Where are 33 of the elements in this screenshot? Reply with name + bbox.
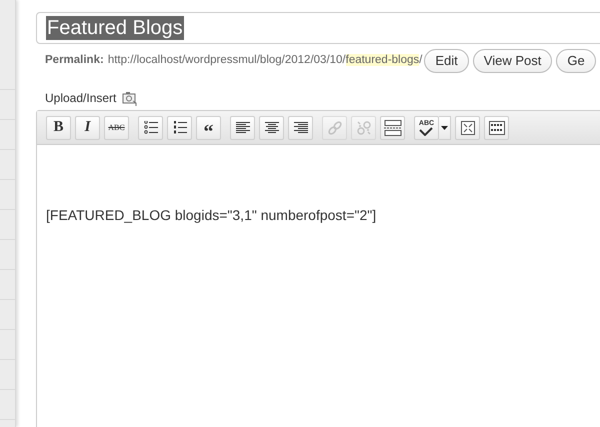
spellcheck-dropdown[interactable] — [439, 116, 451, 140]
align-right-icon — [294, 122, 308, 134]
permalink-button[interactable]: View Post — [472, 49, 552, 73]
bold-button[interactable]: B — [46, 116, 71, 140]
permalink-url: http://localhost/wordpressmul/blog/2012/03/10/featured-blogs/ — [108, 53, 422, 68]
page-break-icon — [384, 120, 402, 136]
chain-link-icon — [326, 120, 342, 136]
numbered-list-button[interactable] — [167, 116, 192, 140]
title-field[interactable]: Featured Blogs — [36, 12, 600, 44]
upload-insert-label: Upload/Insert — [45, 90, 116, 107]
blockquote-button[interactable]: “ — [196, 116, 221, 140]
broken-chain-icon — [356, 120, 372, 136]
align-center-icon — [264, 122, 278, 134]
media-icon[interactable] — [122, 90, 138, 106]
fullscreen-icon — [460, 120, 474, 134]
strikethrough-button[interactable]: ABC — [104, 116, 129, 140]
permalink-button[interactable]: Edit — [424, 49, 469, 73]
align-left-button[interactable] — [230, 116, 255, 140]
align-center-button[interactable] — [259, 116, 284, 140]
bullet-list-button[interactable] — [138, 116, 163, 140]
kitchen-sink-button[interactable] — [484, 116, 509, 140]
insert-more-button[interactable] — [380, 116, 405, 140]
caret-icon — [441, 126, 448, 130]
numbered-list-icon — [172, 121, 186, 134]
align-right-button[interactable] — [288, 116, 313, 140]
fullscreen-button[interactable] — [455, 116, 480, 140]
permalink-label: Permalink: — [45, 53, 104, 68]
shortcode-text: [FEATURED_BLOG blogids="3,1" numberofpost="2"] — [46, 206, 378, 225]
align-left-icon — [236, 122, 250, 134]
toolbar-toggle-icon — [488, 120, 504, 134]
italic-button[interactable]: I — [75, 116, 100, 140]
permalink-button[interactable]: Ge — [556, 49, 596, 73]
bullet-list-icon — [144, 121, 158, 134]
